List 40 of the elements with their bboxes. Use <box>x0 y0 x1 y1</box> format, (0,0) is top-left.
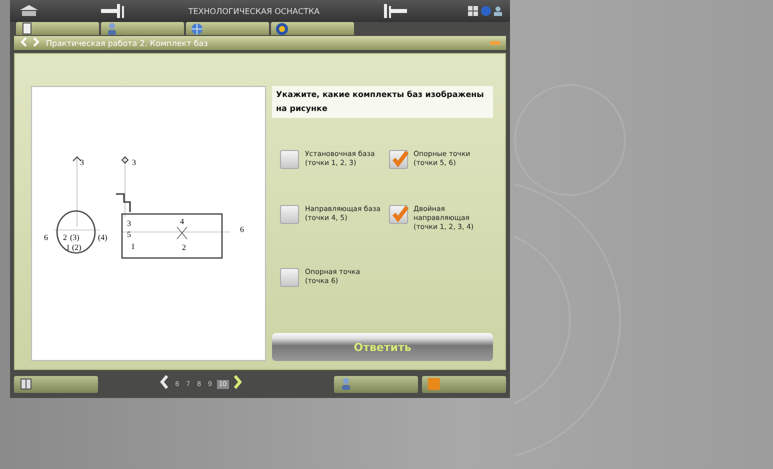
point-number: 3 <box>127 219 131 228</box>
back-button[interactable] <box>20 36 27 50</box>
point-number: (3) <box>70 233 80 242</box>
point-number: 4 <box>180 217 184 226</box>
point-number: 2 <box>182 243 186 252</box>
point-number: 1 <box>66 243 70 252</box>
point-number: 3 <box>80 158 84 167</box>
book-icon <box>19 377 33 391</box>
person-icon <box>339 377 353 391</box>
tab[interactable] <box>16 22 99 35</box>
point-number: 6 <box>240 225 244 234</box>
point-number: 5 <box>127 230 131 239</box>
tab[interactable] <box>271 22 354 35</box>
point-number: 2 <box>63 233 67 242</box>
square-icon <box>427 377 441 391</box>
checkbox[interactable] <box>388 205 408 224</box>
user-icon[interactable] <box>494 6 502 16</box>
forward-button[interactable] <box>33 36 40 50</box>
breadcrumb-title: Практическая работа 2. Комплект баз <box>46 38 209 48</box>
point-number: (2) <box>72 243 82 252</box>
toolbar-button[interactable] <box>334 376 418 392</box>
toolbar-button[interactable] <box>422 376 506 392</box>
question-text: Укажите, какие комплекты баз изображены на рисунке <box>272 86 493 118</box>
checkbox[interactable] <box>388 150 408 169</box>
point-number: 6 <box>44 233 48 242</box>
point-number: 3 <box>132 158 136 167</box>
answer-button[interactable]: Ответить <box>272 333 493 361</box>
document-icon <box>20 22 34 36</box>
person-icon <box>105 22 119 36</box>
point-number: 1 <box>131 242 135 251</box>
globe-icon <box>190 22 204 36</box>
grid-icon[interactable] <box>468 6 478 16</box>
point-number: (4) <box>98 233 108 242</box>
window-title: ТЕХНОЛОГИЧЕСКАЯ ОСНАСТКА <box>188 6 320 16</box>
checkbox[interactable] <box>280 150 299 169</box>
checkbox[interactable] <box>280 205 299 224</box>
building-icon <box>18 4 40 18</box>
tab[interactable] <box>101 22 184 35</box>
checkbox[interactable] <box>280 268 299 287</box>
toolbar-button[interactable] <box>14 376 98 392</box>
